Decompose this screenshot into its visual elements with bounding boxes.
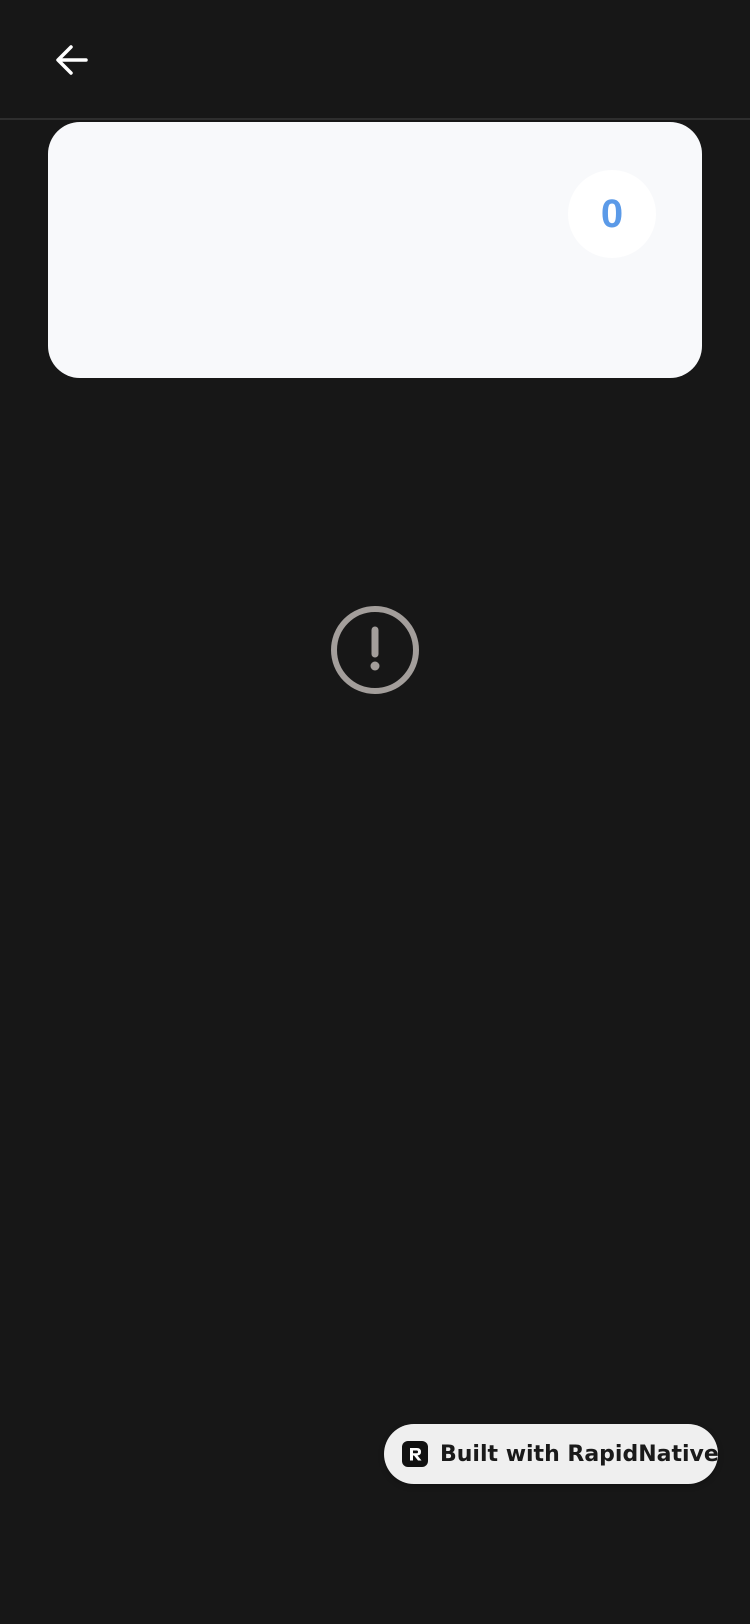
back-button[interactable] (40, 28, 104, 92)
app-header (0, 0, 750, 120)
summary-card: 0 (48, 122, 702, 378)
count-value: 0 (600, 191, 624, 236)
built-with-label: Built with RapidNative (440, 1441, 719, 1467)
arrow-left-icon (56, 45, 88, 75)
count-badge: 0 (568, 170, 656, 258)
built-with-badge[interactable]: Built with RapidNative (384, 1424, 719, 1484)
rapidnative-logo-icon (402, 1441, 428, 1467)
alert-circle-icon (331, 606, 419, 694)
